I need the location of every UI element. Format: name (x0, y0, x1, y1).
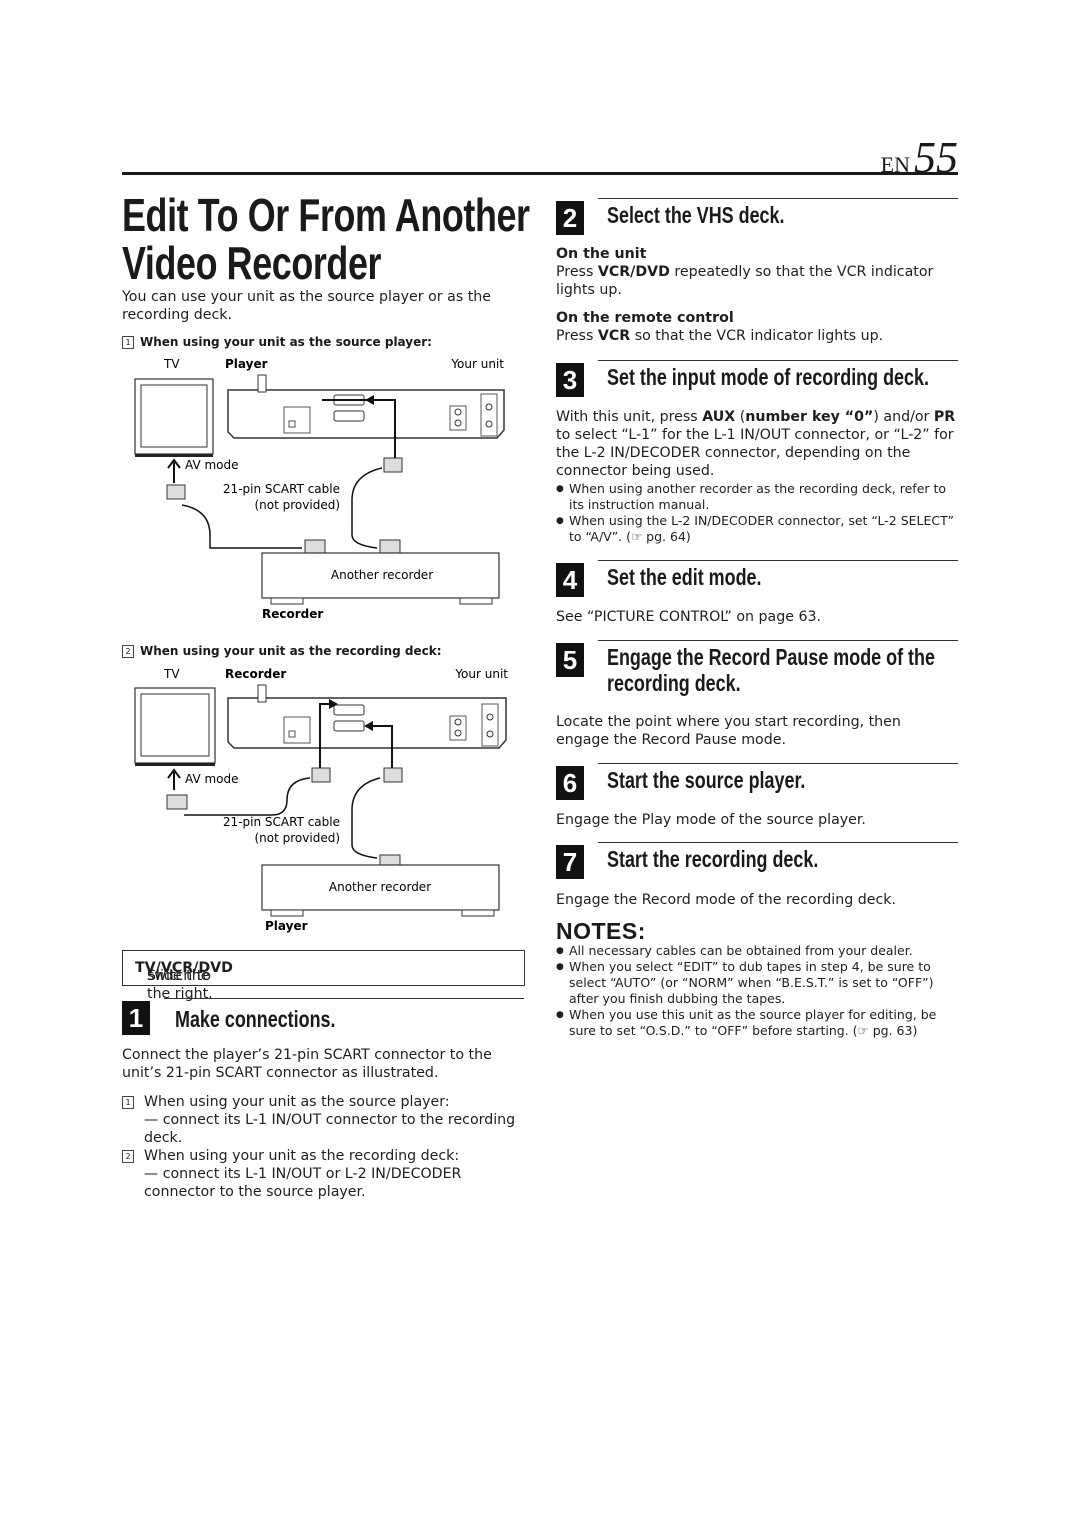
step-heading: Start the recording deck. (607, 846, 819, 872)
other-role-label: Recorder (262, 607, 323, 621)
tv-label: TV (163, 357, 180, 371)
vcr-unit-icon (227, 374, 505, 439)
step-3-body: With this unit, press AUX (number key “0… (556, 409, 956, 479)
notes-title: NOTES: (556, 918, 646, 944)
step-4-body: See “PICTURE CONTROL” on page 63. (556, 609, 822, 625)
step-number-badge: 3 (556, 363, 584, 397)
step-number-badge: 6 (556, 766, 584, 800)
vcr-unit-icon (227, 684, 507, 749)
step-number-badge: 5 (556, 643, 584, 677)
unit-role-label: Recorder (225, 667, 286, 681)
note-item: All necessary cables can be obtained fro… (556, 943, 958, 959)
step-1-body: Connect the player’s 21-pin SCART connec… (122, 1047, 492, 1081)
step-number-badge: 2 (556, 201, 584, 235)
diagram1-number: 1 (122, 336, 134, 349)
page-title-line2: Video Recorder (122, 237, 382, 289)
header-rule (122, 172, 958, 175)
step-rule (598, 560, 958, 561)
step-7-body: Engage the Record mode of the recording … (556, 892, 896, 908)
av-arrow-icon (167, 768, 181, 790)
step-rule (598, 842, 958, 843)
tv-icon (134, 687, 216, 766)
step-rule (164, 998, 524, 999)
subheading-on-remote: On the remote control (556, 310, 734, 326)
other-role-label: Player (265, 919, 308, 933)
diagram-recording-deck: TV Recorder Your unit AV mode 21-pin SCA… (134, 667, 508, 933)
another-recorder-label: Another recorder (329, 880, 431, 894)
tv-icon (134, 378, 214, 457)
step-heading: Engage the Record Pause mode of the reco… (607, 644, 935, 696)
step-heading: Select the VHS deck. (607, 202, 785, 228)
instruction-box: Slide the TV/VCR/DVD switch to the right… (122, 950, 525, 1002)
av-mode-label: AV mode (185, 772, 239, 786)
subheading-on-unit: On the unit (556, 246, 647, 262)
step-6-body: Engage the Play mode of the source playe… (556, 812, 866, 828)
list-item: 1 When using your unit as the source pla… (122, 1093, 524, 1147)
diagram2-caption: 2 When using your unit as the recording d… (122, 644, 442, 658)
step-1-items: 1 When using your unit as the source pla… (122, 1093, 524, 1201)
cable-label-line1: 21-pin SCART cable (223, 815, 340, 829)
cable-label-line1: 21-pin SCART cable (223, 482, 340, 496)
page-title-line1: Edit To Or From Another (122, 189, 530, 241)
cable-recorder (351, 467, 383, 549)
step-heading: Make connections. (175, 1006, 336, 1032)
note-item: When you select “EDIT” to dub tapes in s… (556, 959, 958, 1007)
note-item: When you use this unit as the source pla… (556, 1007, 958, 1039)
bullet-item: When using another recorder as the recor… (556, 481, 958, 513)
step-rule (598, 763, 958, 764)
step-number-badge: 1 (122, 1001, 150, 1035)
step-3-bullets: When using another recorder as the recor… (556, 481, 958, 545)
av-mode-label: AV mode (185, 458, 239, 472)
your-unit-label: Your unit (454, 667, 508, 681)
tv-label: TV (163, 667, 180, 681)
step-heading: Set the input mode of recording deck. (607, 364, 929, 390)
step-number-badge: 7 (556, 845, 584, 879)
av-arrow-icon (167, 458, 181, 483)
step-5-body: Locate the point where you start recordi… (556, 714, 901, 748)
bullet-item: When using the L-2 IN/DECODER connector,… (556, 513, 958, 545)
cable-label-line2: (not provided) (254, 498, 340, 512)
step-rule (598, 360, 958, 361)
notes-list: All necessary cables can be obtained fro… (556, 943, 958, 1039)
cable-player (351, 777, 381, 859)
page-title: Edit To Or From Another Video Recorder (122, 192, 530, 288)
step-heading: Start the source player. (607, 767, 806, 793)
intro-text: You can use your unit as the source play… (122, 289, 492, 323)
page-number: EN 55 (881, 132, 958, 183)
cable-label-line2: (not provided) (254, 831, 340, 845)
list-item: 2 When using your unit as the recording … (122, 1147, 524, 1201)
step-number-badge: 4 (556, 563, 584, 597)
unit-role-label: Player (225, 357, 268, 371)
diagram2-number: 2 (122, 645, 134, 658)
step-rule (598, 640, 958, 641)
step-heading: Set the edit mode. (607, 564, 762, 590)
another-recorder-label: Another recorder (331, 568, 433, 582)
diagram-source-player: TV Player Your unit AV mode 21-pin SCART… (134, 357, 505, 621)
step-2-body: On the unit Press VCR/DVD repeatedly so … (556, 245, 958, 345)
step-rule (598, 198, 958, 199)
diagram1-caption: 1 When using your unit as the source play… (122, 335, 432, 349)
your-unit-label: Your unit (450, 357, 504, 371)
